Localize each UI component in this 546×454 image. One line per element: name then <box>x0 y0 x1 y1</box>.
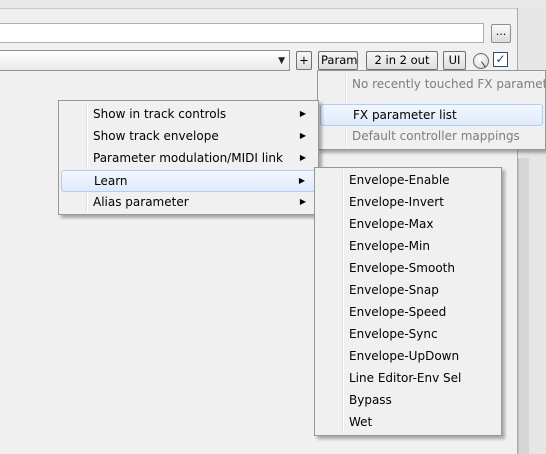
menu-item-label: FX parameter list <box>353 108 457 122</box>
menu-item-label: Line Editor-Env Sel <box>349 371 462 385</box>
menu-item-fx-parameter-list[interactable]: FX parameter list <box>320 104 543 126</box>
menu-item-wet[interactable]: Wet <box>317 412 499 434</box>
menu-item-label: Envelope-Snap <box>349 283 439 297</box>
submenu-arrow-icon: ▶ <box>299 109 306 118</box>
menu-item-envelope-updown[interactable]: Envelope-UpDown <box>317 346 499 368</box>
param-button[interactable]: Param <box>318 51 358 70</box>
menu-item-bypass[interactable]: Bypass <box>317 390 499 412</box>
menu-item-envelope-enable[interactable]: Envelope-Enable <box>317 170 499 192</box>
menu-item-label: Wet <box>349 415 373 429</box>
menu-item-label: Envelope-Speed <box>349 305 447 319</box>
menu-item-envelope-speed[interactable]: Envelope-Speed <box>317 302 499 324</box>
menu-item-label: Bypass <box>349 393 392 407</box>
menu-item-show-track-envelope[interactable]: Show track envelope ▶ <box>61 126 316 148</box>
menu-item-label: Parameter modulation/MIDI link <box>93 151 283 165</box>
menu-item-envelope-sync[interactable]: Envelope-Sync <box>317 324 499 346</box>
menu-item-no-recent-params: No recently touched FX parameters <box>320 74 546 96</box>
submenu-arrow-icon: ▶ <box>298 176 305 185</box>
menu-item-learn[interactable]: Learn ▶ <box>61 170 316 192</box>
scrollbar-track[interactable] <box>518 158 529 454</box>
menu-item-label: Show track envelope <box>93 129 219 143</box>
menu-item-envelope-invert[interactable]: Envelope-Invert <box>317 192 499 214</box>
fx-enable-checkbox[interactable]: ✓ <box>493 52 508 67</box>
submenu-arrow-icon: ▶ <box>299 153 306 162</box>
browse-button[interactable]: ... <box>491 24 511 43</box>
menu-item-label: Default controller mappings <box>352 129 520 143</box>
menu-item-label: Envelope-Max <box>349 217 434 231</box>
menu-item-envelope-smooth[interactable]: Envelope-Smooth <box>317 258 499 280</box>
ui-button[interactable]: UI <box>443 51 466 70</box>
menu-item-label: Learn <box>94 174 128 188</box>
learn-submenu: Envelope-Enable Envelope-Invert Envelope… <box>314 167 502 436</box>
fx-name-input[interactable] <box>0 23 484 43</box>
menu-item-envelope-snap[interactable]: Envelope-Snap <box>317 280 499 302</box>
submenu-arrow-icon: ▶ <box>299 131 306 140</box>
submenu-arrow-icon: ▶ <box>299 197 306 206</box>
menu-item-label: Envelope-Enable <box>349 173 450 187</box>
menu-item-label: Envelope-Smooth <box>349 261 455 275</box>
add-preset-button[interactable]: + <box>296 51 312 70</box>
window-top-strip <box>0 0 546 9</box>
menu-item-label: Envelope-Invert <box>349 195 444 209</box>
menu-item-label: Alias parameter <box>93 195 189 209</box>
menu-item-envelope-min[interactable]: Envelope-Min <box>317 236 499 258</box>
menu-item-alias-parameter[interactable]: Alias parameter ▶ <box>61 192 316 214</box>
io-button[interactable]: 2 in 2 out <box>366 51 438 70</box>
param-menu: No recently touched FX parameters FX par… <box>317 70 546 150</box>
menu-item-label: Envelope-UpDown <box>349 349 460 363</box>
menu-item-label: Show in track controls <box>93 107 227 121</box>
menu-item-parameter-modulation[interactable]: Parameter modulation/MIDI link ▶ <box>61 148 316 170</box>
wet-knob[interactable] <box>473 53 489 69</box>
menu-item-label: Envelope-Sync <box>349 327 438 341</box>
menu-item-show-in-track-controls[interactable]: Show in track controls ▶ <box>61 104 316 126</box>
fx-preset-select[interactable]: ▼ <box>0 50 290 71</box>
menu-item-label: No recently touched FX parameters <box>352 77 546 91</box>
menu-item-line-editor-env-sel[interactable]: Line Editor-Env Sel <box>317 368 499 390</box>
parameter-context-menu: Show in track controls ▶ Show track enve… <box>58 100 319 215</box>
menu-item-envelope-max[interactable]: Envelope-Max <box>317 214 499 236</box>
menu-item-default-controller-mappings: Default controller mappings <box>320 126 543 148</box>
chevron-down-icon: ▼ <box>278 56 285 66</box>
menu-item-label: Envelope-Min <box>349 239 430 253</box>
